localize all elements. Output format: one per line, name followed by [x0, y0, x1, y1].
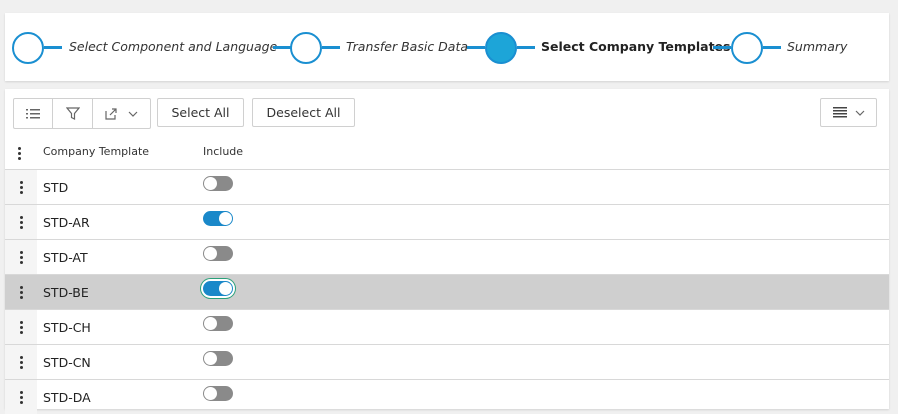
- step-2-circle[interactable]: [290, 32, 322, 64]
- row-menu-button[interactable]: [5, 170, 37, 204]
- step-4-label[interactable]: Summary: [787, 39, 847, 54]
- wizard-stepper: Select Component and Language Transfer B…: [5, 13, 889, 81]
- company-template-name: STD-CN: [43, 355, 91, 370]
- list-icon: [26, 108, 40, 118]
- include-toggle[interactable]: [203, 176, 233, 191]
- table-row[interactable]: STD-DA: [5, 379, 889, 414]
- row-menu-button[interactable]: [5, 275, 37, 309]
- deselect-all-button[interactable]: Deselect All: [252, 98, 355, 127]
- company-template-name: STD-AT: [43, 250, 88, 265]
- include-toggle[interactable]: [203, 246, 233, 261]
- step-connector: [467, 46, 485, 49]
- row-menu-button[interactable]: [5, 345, 37, 379]
- column-header-company-template[interactable]: Company Template: [43, 145, 149, 158]
- include-toggle[interactable]: [203, 316, 233, 331]
- filter-icon: [65, 107, 80, 120]
- kebab-icon: [19, 215, 23, 229]
- step-2-label[interactable]: Transfer Basic Data: [346, 39, 468, 54]
- company-template-name: STD-AR: [43, 215, 90, 230]
- header-column-menu[interactable]: [18, 145, 21, 160]
- company-template-name: STD-CH: [43, 320, 91, 335]
- table-row[interactable]: STD: [5, 169, 889, 204]
- kebab-icon: [19, 355, 23, 369]
- table-body: STD STD-AR STD-AT STD-BE STD-CH STD-CN S…: [5, 169, 889, 414]
- export-button[interactable]: [93, 99, 150, 128]
- view-density-button[interactable]: [820, 98, 877, 127]
- table-row[interactable]: STD-AT: [5, 239, 889, 274]
- row-menu-button[interactable]: [5, 310, 37, 344]
- top-strip: [0, 0, 898, 8]
- step-1-label[interactable]: Select Component and Language: [69, 39, 277, 54]
- kebab-icon: [19, 285, 23, 299]
- table-row-selected[interactable]: STD-BE: [5, 274, 889, 309]
- step-3-label[interactable]: Select Company Templates: [541, 39, 730, 54]
- step-connector: [763, 46, 781, 49]
- list-icon-button[interactable]: [14, 99, 53, 128]
- table-row[interactable]: STD-AR: [5, 204, 889, 239]
- step-connector: [322, 46, 340, 49]
- step-connector: [517, 46, 535, 49]
- export-icon: [105, 108, 117, 120]
- include-toggle[interactable]: [203, 211, 233, 226]
- include-toggle[interactable]: [203, 281, 233, 296]
- row-menu-button[interactable]: [5, 205, 37, 239]
- table-toolbar-group: [13, 98, 151, 129]
- table-row[interactable]: STD-CH: [5, 309, 889, 344]
- row-menu-button[interactable]: [5, 380, 37, 414]
- row-menu-button[interactable]: [5, 240, 37, 274]
- step-connector: [44, 46, 62, 49]
- kebab-icon: [18, 147, 21, 160]
- step-connector: [713, 46, 731, 49]
- step-3-circle[interactable]: [485, 32, 517, 64]
- kebab-icon: [19, 180, 23, 194]
- include-toggle[interactable]: [203, 386, 233, 401]
- company-template-name: STD-DA: [43, 390, 91, 405]
- company-template-name: STD: [43, 180, 69, 195]
- view-density-icon: [832, 106, 847, 117]
- kebab-icon: [19, 320, 23, 334]
- table-row[interactable]: STD-CN: [5, 344, 889, 379]
- column-header-include[interactable]: Include: [203, 145, 243, 158]
- step-connector: [273, 46, 291, 49]
- select-all-button[interactable]: Select All: [157, 98, 244, 127]
- kebab-icon: [19, 250, 23, 264]
- chevron-down-icon: [855, 110, 864, 116]
- chevron-down-icon: [128, 111, 138, 117]
- include-toggle[interactable]: [203, 351, 233, 366]
- company-template-name: STD-BE: [43, 285, 89, 300]
- kebab-icon: [19, 390, 23, 404]
- filter-button[interactable]: [53, 99, 93, 128]
- step-4-circle[interactable]: [731, 32, 763, 64]
- company-templates-panel: Select All Deselect All Company Template…: [5, 89, 889, 414]
- step-1-circle[interactable]: [12, 32, 44, 64]
